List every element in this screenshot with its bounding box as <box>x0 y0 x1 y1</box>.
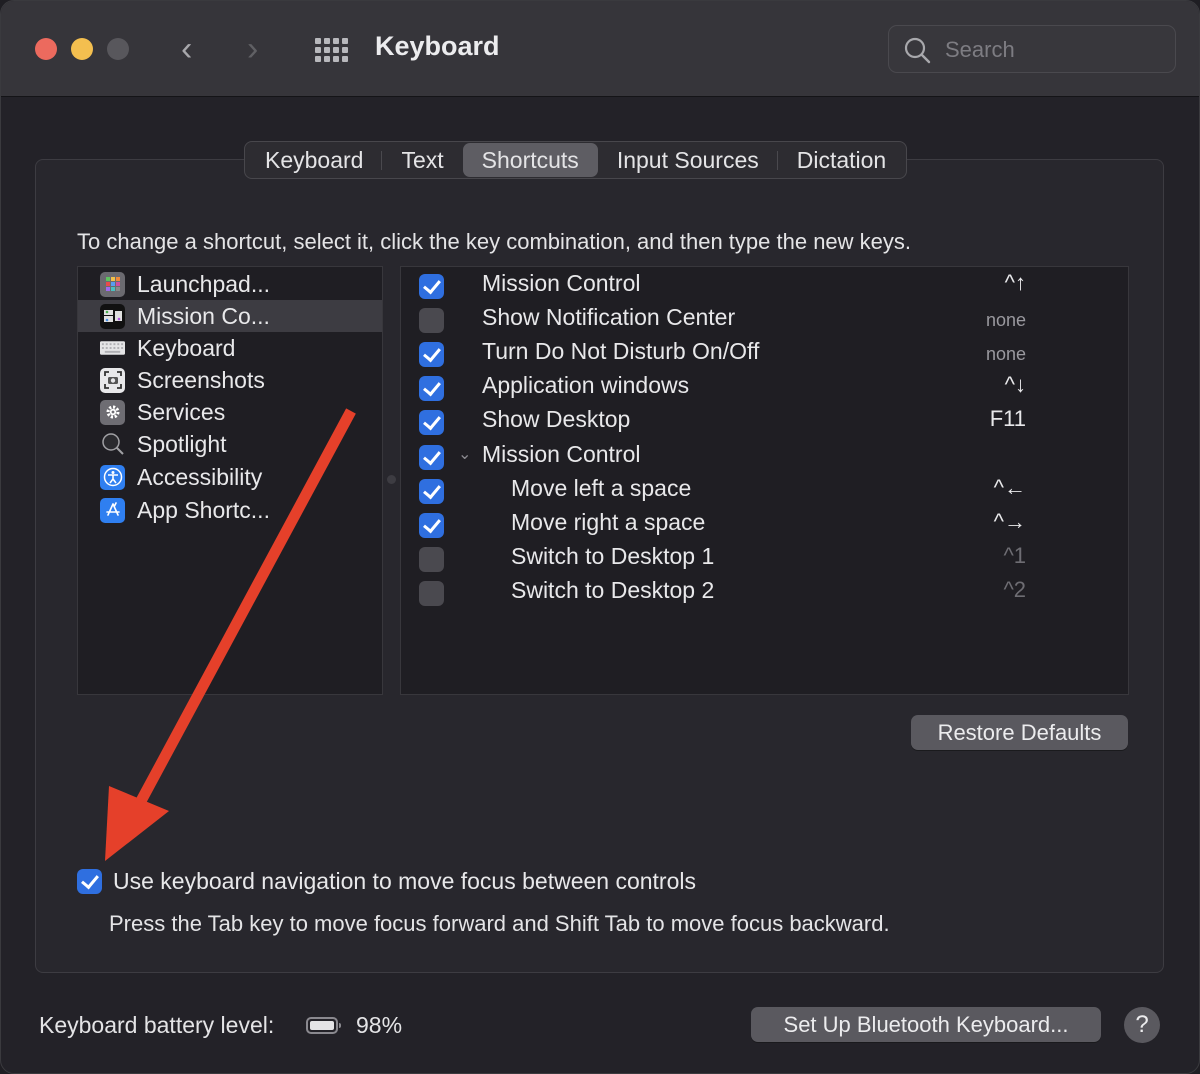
category-item-screenshots[interactable]: Screenshots <box>78 364 382 396</box>
category-item-launchpad[interactable]: Launchpad... <box>78 268 382 300</box>
shortcut-checkbox[interactable] <box>419 445 444 470</box>
shortcut-checkbox[interactable] <box>419 547 444 572</box>
category-label: Accessibility <box>137 463 263 490</box>
shortcut-row[interactable]: Switch to Desktop 1 ^1 <box>401 540 1128 574</box>
split-view-divider-handle[interactable] <box>387 475 396 484</box>
battery-fill <box>310 1021 334 1030</box>
keyboard-icon <box>100 336 125 361</box>
shortcut-checkbox[interactable] <box>419 308 444 333</box>
shortcut-label: Mission Control <box>482 270 641 296</box>
disclosure-chevron-down-icon[interactable]: ⌄ <box>458 444 471 464</box>
shortcut-key[interactable]: ^1 <box>1003 543 1026 569</box>
shortcut-label: Move left a space <box>511 475 692 501</box>
shortcut-key[interactable]: F11 <box>990 406 1026 432</box>
chevron-right-icon: › <box>247 30 259 68</box>
app-store-icon <box>100 497 125 523</box>
category-label: Keyboard <box>137 334 236 361</box>
shortcut-row[interactable]: Show Notification Center none <box>401 301 1128 335</box>
magnifier-icon <box>100 432 125 457</box>
minimize-button[interactable] <box>71 38 93 60</box>
shortcut-checkbox[interactable] <box>419 513 444 538</box>
keyboard-navigation-label[interactable]: Use keyboard navigation to move focus be… <box>113 868 696 895</box>
window-title: Keyboard <box>375 31 500 61</box>
close-button[interactable] <box>35 38 57 60</box>
forward-button[interactable]: › <box>247 29 258 69</box>
shortcut-key[interactable]: ^← <box>994 475 1026 501</box>
shortcut-key[interactable]: ^2 <box>1003 577 1026 603</box>
category-item-services[interactable]: Services <box>78 396 382 428</box>
setup-bluetooth-keyboard-button[interactable]: Set Up Bluetooth Keyboard... <box>751 1007 1101 1042</box>
category-item-keyboard[interactable]: Keyboard <box>78 332 382 364</box>
shortcut-label: Show Desktop <box>482 406 631 432</box>
shortcut-row[interactable]: Mission Control ^↑ <box>401 267 1128 301</box>
category-item-mission-control[interactable]: Mission Co... <box>78 300 382 332</box>
zoom-button[interactable] <box>107 38 129 60</box>
category-item-app-shortcuts[interactable]: App Shortc... <box>78 494 382 526</box>
shortcut-checkbox[interactable] <box>419 274 444 299</box>
instructions-text: To change a shortcut, select it, click t… <box>77 229 912 254</box>
shortcut-checkbox[interactable] <box>419 410 444 435</box>
shortcut-checkbox[interactable] <box>419 479 444 504</box>
search-input[interactable] <box>943 32 1167 68</box>
category-label: Screenshots <box>137 366 265 393</box>
tab-shortcuts[interactable]: Shortcuts <box>462 143 598 177</box>
chevron-left-icon: ‹ <box>181 30 193 68</box>
shortcut-checkbox[interactable] <box>419 342 444 367</box>
shortcut-key[interactable]: ^↑ <box>1005 270 1026 296</box>
keyboard-preferences-window: ‹ › Keyboard Keyboard Text Shortcuts Inp… <box>0 0 1200 1074</box>
shortcut-row[interactable]: Move right a space ^→ <box>401 506 1128 540</box>
shortcut-label: Application windows <box>482 372 690 398</box>
shortcut-checkbox[interactable] <box>419 376 444 401</box>
shortcut-label: Show Notification Center <box>482 304 736 330</box>
launchpad-icon <box>100 271 125 297</box>
search-icon <box>904 37 931 64</box>
tab-dictation[interactable]: Dictation <box>778 143 905 177</box>
keyboard-navigation-checkbox[interactable] <box>77 869 102 894</box>
keyboard-navigation-help-text: Press the Tab key to move focus forward … <box>109 911 890 936</box>
shortcut-key[interactable]: none <box>986 310 1026 331</box>
category-label: Spotlight <box>137 430 227 457</box>
shortcut-label: Mission Control <box>482 441 641 467</box>
battery-level-label: Keyboard battery level: <box>39 1012 275 1038</box>
shortcut-label: Switch to Desktop 2 <box>511 577 715 603</box>
category-label: Launchpad... <box>137 270 271 297</box>
tab-text[interactable]: Text <box>382 143 462 177</box>
shortcut-key[interactable]: ^↓ <box>1005 372 1026 398</box>
restore-defaults-button[interactable]: Restore Defaults <box>911 715 1128 750</box>
gear-icon <box>100 399 125 425</box>
battery-icon <box>306 1017 341 1034</box>
shortcut-row[interactable]: Turn Do Not Disturb On/Off none <box>401 335 1128 369</box>
back-button[interactable]: ‹ <box>181 29 192 69</box>
shortcut-label: Turn Do Not Disturb On/Off <box>482 338 760 364</box>
tab-input-sources[interactable]: Input Sources <box>598 143 778 177</box>
shortcut-row[interactable]: Show Desktop F11 <box>401 403 1128 437</box>
shortcut-checkbox[interactable] <box>419 581 444 606</box>
category-label: Services <box>137 398 226 425</box>
search-field[interactable] <box>888 25 1176 73</box>
accessibility-icon <box>100 464 125 490</box>
shortcut-label: Switch to Desktop 1 <box>511 543 715 569</box>
shortcut-list: Mission Control ^↑ Show Notification Cen… <box>400 266 1129 695</box>
category-item-accessibility[interactable]: Accessibility <box>78 461 382 493</box>
screenshot-icon <box>100 367 125 393</box>
shortcut-group-row[interactable]: ⌄ Mission Control <box>401 438 1128 472</box>
help-button[interactable]: ? <box>1124 1007 1160 1043</box>
shortcut-label: Move right a space <box>511 509 706 535</box>
tab-bar: Keyboard Text Shortcuts Input Sources Di… <box>244 141 908 179</box>
shortcut-key[interactable]: none <box>986 344 1026 365</box>
shortcut-row[interactable]: Move left a space ^← <box>401 472 1128 506</box>
battery-percent: 98% <box>356 1012 403 1038</box>
category-label: App Shortc... <box>137 496 270 523</box>
category-list: Launchpad... Mission Co... Keyboard Scre… <box>77 266 383 695</box>
shortcut-key[interactable]: ^→ <box>994 509 1026 535</box>
shortcut-row[interactable]: Switch to Desktop 2 ^2 <box>401 574 1128 608</box>
title-bar: ‹ › Keyboard <box>1 1 1199 97</box>
show-all-grid-icon[interactable] <box>315 38 349 62</box>
shortcut-row[interactable]: Application windows ^↓ <box>401 369 1128 403</box>
tab-keyboard[interactable]: Keyboard <box>246 143 383 177</box>
category-label: Mission Co... <box>137 302 270 329</box>
mission-control-icon <box>100 303 125 329</box>
category-item-spotlight[interactable]: Spotlight <box>78 428 382 460</box>
